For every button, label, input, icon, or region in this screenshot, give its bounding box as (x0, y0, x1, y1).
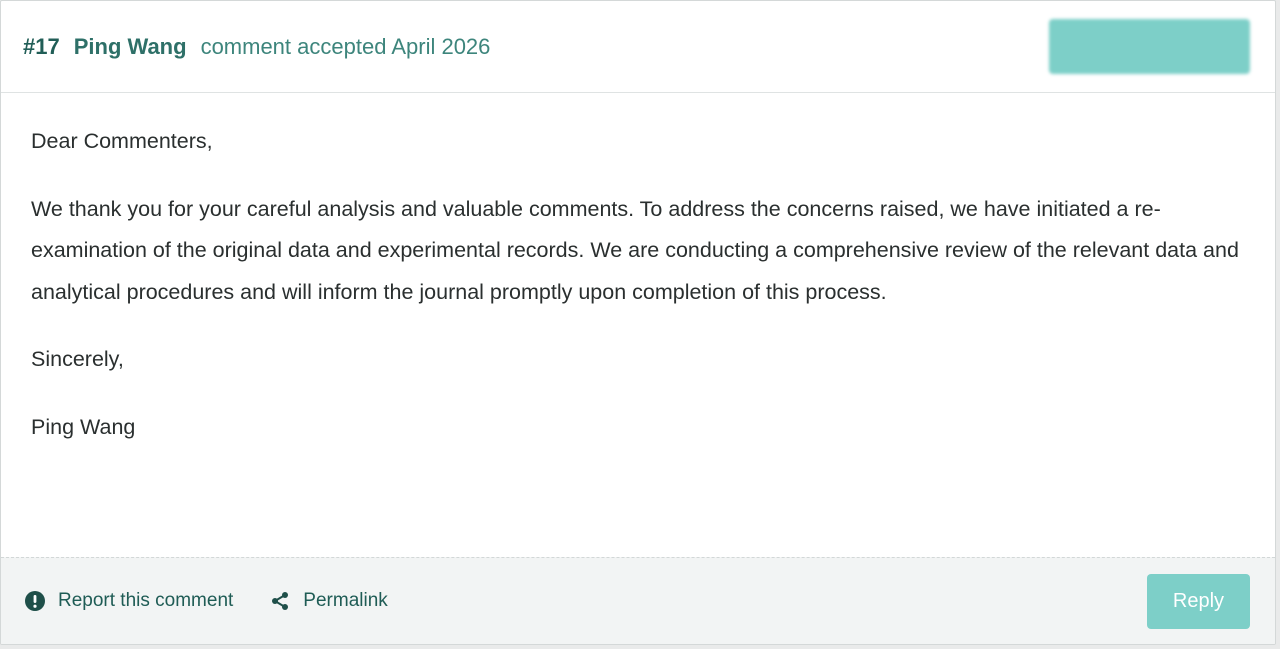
permalink-label: Permalink (303, 590, 388, 611)
blurred-action-button[interactable] (1049, 19, 1250, 74)
comment-card: #17 Ping Wang comment accepted April 202… (0, 0, 1276, 645)
comment-body: Dear Commenters, We thank you for your c… (1, 93, 1275, 559)
comment-footer: Report this comment Permalink Reply (1, 557, 1275, 644)
report-comment-label: Report this comment (58, 590, 234, 611)
share-icon (269, 590, 291, 612)
comment-closing: Sincerely, (31, 347, 124, 371)
comment-signature: Ping Wang (31, 414, 136, 439)
exclamation-circle-icon (24, 590, 46, 612)
comment-greeting: Dear Commenters, (31, 129, 213, 153)
permalink-link[interactable]: Permalink (269, 590, 388, 612)
comment-header: #17 Ping Wang comment accepted April 202… (1, 1, 1275, 93)
report-comment-link[interactable]: Report this comment (24, 590, 233, 612)
comment-status: comment accepted April 2026 (200, 33, 491, 59)
reply-button[interactable]: Reply (1147, 573, 1250, 629)
comment-number: #17 (23, 33, 60, 59)
author-link[interactable]: Ping Wang (74, 34, 187, 60)
comment-main-paragraph: We thank you for your careful analysis a… (31, 196, 1239, 304)
